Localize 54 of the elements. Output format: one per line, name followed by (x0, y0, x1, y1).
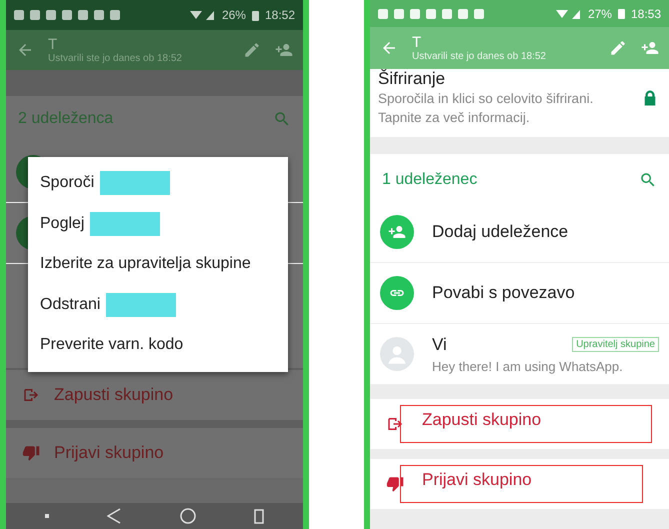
battery-icon (252, 10, 259, 20)
exit-icon (386, 415, 404, 433)
signal-icon (190, 9, 216, 21)
pencil-icon (609, 39, 627, 57)
highlighted-label: Zapusti skupino (400, 405, 652, 443)
thumbs-down-icon (386, 475, 404, 493)
group-title: T (412, 34, 422, 51)
group-title: T (48, 36, 58, 53)
recent-apps-icon[interactable] (254, 508, 264, 524)
add-participant-button[interactable] (641, 39, 659, 57)
signal-icon (556, 8, 582, 20)
menu-item[interactable]: Izberite za upravitelja skupine (28, 244, 288, 284)
group-subtitle: Ustvarili ste jo danes ob 18:52 (412, 51, 547, 62)
group-action[interactable]: Prijavi skupino (370, 459, 669, 509)
add-person-icon (275, 41, 293, 59)
group-action[interactable]: Zapusti skupino (370, 399, 669, 449)
participant-status: Hey there! I am using WhatsApp. (432, 358, 624, 374)
battery-level: 26% (222, 8, 246, 22)
search-icon (639, 171, 657, 189)
participant-row[interactable]: Dodaj udeležence (370, 202, 669, 263)
edit-button[interactable] (243, 41, 261, 59)
add-participant-button[interactable] (275, 41, 293, 59)
add-participant-icon (380, 215, 414, 249)
participant-name: Vi (432, 334, 447, 354)
action-label: Prijavi skupino (54, 443, 164, 463)
admin-badge: Upravitelj skupine (572, 337, 659, 352)
clock: 18:53 (630, 6, 661, 20)
exit-icon (22, 386, 40, 404)
avatar (380, 337, 414, 371)
group-subtitle: Ustvarili ste jo danes ob 18:52 (48, 53, 183, 64)
thumbs-down-icon (22, 444, 40, 462)
edit-button[interactable] (609, 39, 627, 57)
encryption-description: Sporočila in klici so celovito šifrirani. Tapnite za več informacij. (378, 90, 594, 127)
menu-item[interactable]: Sporoči (28, 163, 288, 204)
home-icon[interactable] (180, 508, 196, 524)
participant-row[interactable]: Povabi s povezavo (370, 263, 669, 324)
participant-action-label: Povabi s povezavo (432, 283, 575, 303)
section-title: Šifriranje (378, 69, 446, 89)
participants-heading: 1 udeleženec (382, 171, 478, 189)
pencil-icon (243, 41, 261, 59)
menu-item[interactable]: Odstrani (28, 284, 288, 325)
battery-icon (618, 8, 625, 19)
back-icon[interactable] (107, 508, 122, 524)
menu-item[interactable]: Poglej (28, 204, 288, 244)
search-icon (273, 110, 291, 128)
clock: 18:52 (264, 8, 295, 22)
menu-item[interactable]: Preverite varn. kodo (28, 325, 288, 366)
participant-action-label: Dodaj udeležence (432, 222, 568, 242)
link-icon (380, 276, 414, 310)
battery-level: 27% (588, 6, 612, 20)
add-person-icon (641, 39, 659, 57)
highlighted-label: Prijavi skupino (400, 465, 643, 503)
participants-heading: 2 udeleženca (18, 110, 114, 128)
action-label: Zapusti skupino (54, 385, 174, 405)
